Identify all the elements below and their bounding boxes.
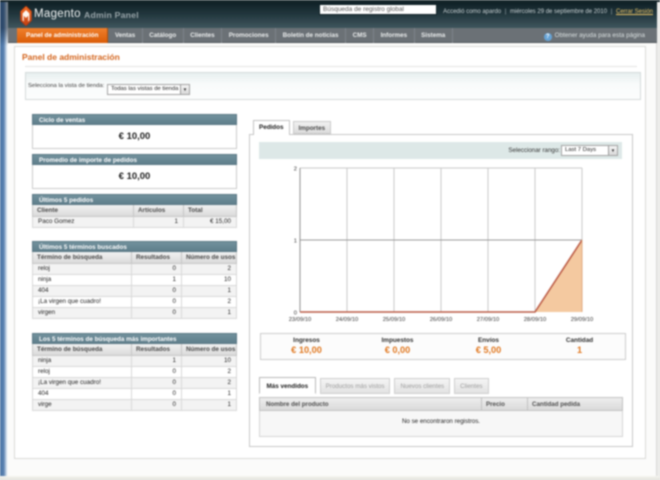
svg-text:2: 2 xyxy=(294,167,297,173)
svg-text:23/09/10: 23/09/10 xyxy=(289,317,312,323)
svg-text:1: 1 xyxy=(294,239,297,245)
svg-text:25/09/10: 25/09/10 xyxy=(383,317,406,323)
svg-text:26/09/10: 26/09/10 xyxy=(430,317,453,323)
svg-text:0: 0 xyxy=(294,311,297,317)
svg-text:29/09/10: 29/09/10 xyxy=(571,317,594,323)
svg-text:27/09/10: 27/09/10 xyxy=(477,317,500,323)
svg-text:24/09/10: 24/09/10 xyxy=(336,317,359,323)
svg-text:28/09/10: 28/09/10 xyxy=(524,317,547,323)
